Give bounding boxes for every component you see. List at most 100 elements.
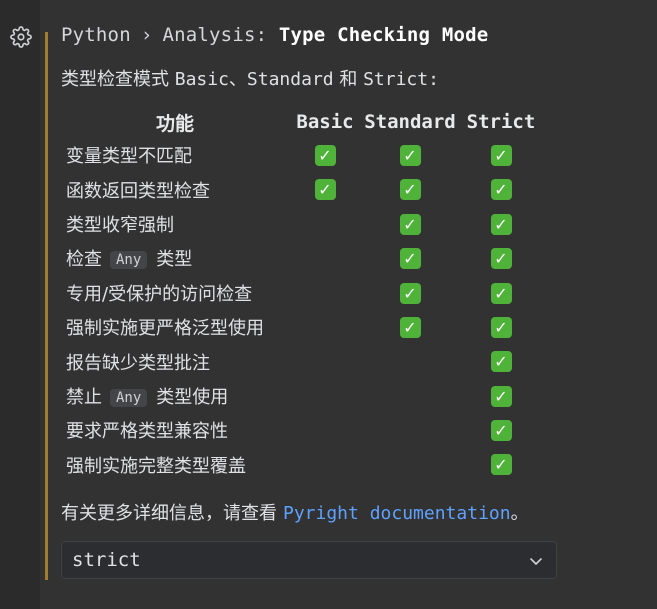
check-mark-icon: ✓	[490, 420, 512, 442]
type-checking-mode-select[interactable]: strict	[61, 541, 557, 579]
table-row: 专用/受保护的访问检查 ✓ ✓	[60, 276, 542, 310]
table-row: 要求严格类型兼容性 ✓	[60, 413, 542, 447]
check-mark-icon: ✓	[490, 213, 512, 235]
table-row: 禁止 Any 类型使用 ✓	[60, 379, 542, 413]
documentation-note-end: 。	[510, 503, 529, 524]
gutter	[0, 0, 40, 609]
check-mark-icon: ✓	[314, 144, 336, 166]
check-mark-icon: ✓	[399, 179, 421, 201]
setting-title: Python › Analysis: Type Checking Mode	[61, 24, 488, 46]
feature-text: 禁止	[66, 386, 102, 408]
cell-basic: ✓	[290, 138, 360, 172]
header-strict: Strict	[466, 111, 536, 133]
feature-text: 强制实施更严格泛型使用	[66, 318, 264, 340]
table-row: 强制实施更严格泛型使用 ✓ ✓	[60, 310, 542, 344]
breadcrumb-root: Python	[61, 24, 131, 46]
check-mark-icon: ✓	[399, 282, 421, 304]
chevron-down-icon	[528, 553, 544, 569]
cell-basic	[290, 379, 360, 413]
cell-standard: ✓	[360, 310, 460, 344]
check-mark-icon: ✓	[490, 179, 512, 201]
feature-name: 强制实施完整类型覆盖	[60, 448, 290, 482]
feature-name: 强制实施更严格泛型使用	[60, 310, 290, 344]
feature-text-suffix: 类型	[156, 249, 193, 271]
setting-name: Type Checking Mode	[278, 24, 489, 46]
cell-basic	[290, 207, 360, 241]
cell-basic	[290, 448, 360, 482]
cell-standard: ✓	[360, 241, 460, 275]
feature-name: 变量类型不匹配	[60, 138, 290, 172]
cell-basic	[290, 241, 360, 275]
feature-text: 报告缺少类型批注	[66, 352, 210, 374]
header-standard: Standard	[364, 111, 456, 133]
feature-text: 专用/受保护的访问检查	[66, 283, 253, 305]
cell-strict: ✓	[460, 448, 542, 482]
modified-indicator-bar	[45, 32, 48, 580]
inline-code: Any	[110, 251, 148, 270]
cell-basic	[290, 413, 360, 447]
check-mark-icon: ✓	[490, 316, 512, 338]
table-row: 检查 Any 类型 ✓ ✓	[60, 241, 542, 275]
cell-standard	[360, 448, 460, 482]
documentation-note: 有关更多详细信息，请查看 Pyright documentation。	[61, 499, 529, 525]
table-row: 强制实施完整类型覆盖 ✓	[60, 448, 542, 482]
feature-text: 类型收窄强制	[66, 214, 174, 236]
cell-strict: ✓	[460, 241, 542, 275]
check-mark-icon: ✓	[399, 316, 421, 338]
feature-text: 要求严格类型兼容性	[66, 421, 228, 443]
check-mark-icon: ✓	[490, 248, 512, 270]
feature-name: 类型收窄强制	[60, 207, 290, 241]
feature-text: 检查	[66, 249, 102, 271]
table-row: 类型收窄强制 ✓ ✓	[60, 207, 542, 241]
cell-standard: ✓	[360, 276, 460, 310]
pyright-documentation-link[interactable]: Pyright documentation	[283, 503, 511, 524]
description-last-mode: Strict	[363, 69, 429, 90]
header-basic: Basic	[296, 111, 354, 133]
documentation-note-text: 有关更多详细信息，请查看	[61, 503, 277, 524]
cell-standard	[360, 379, 460, 413]
feature-comparison-table: 功能 Basic Standard Strict 变量类型不匹配 ✓ ✓ ✓ 函数返回类…	[60, 106, 542, 482]
feature-name: 检查 Any 类型	[60, 241, 290, 275]
table-row: 变量类型不匹配 ✓ ✓ ✓	[60, 138, 542, 172]
check-mark-icon: ✓	[399, 144, 421, 166]
inline-code: Any	[110, 388, 148, 407]
description-modes: Basic、Standard	[174, 69, 334, 90]
table-row: 函数返回类型检查 ✓ ✓ ✓	[60, 172, 542, 206]
cell-standard: ✓	[360, 138, 460, 172]
cell-basic	[290, 344, 360, 378]
description-colon: :	[428, 69, 439, 90]
cell-standard: ✓	[360, 172, 460, 206]
cell-standard	[360, 413, 460, 447]
cell-basic	[290, 276, 360, 310]
cell-strict: ✓	[460, 379, 542, 413]
feature-name: 专用/受保护的访问检查	[60, 276, 290, 310]
breadcrumb-category: Analysis:	[162, 24, 268, 46]
cell-strict: ✓	[460, 138, 542, 172]
check-mark-icon: ✓	[490, 282, 512, 304]
cell-standard	[360, 344, 460, 378]
select-value: strict	[72, 549, 141, 571]
header-feature: 功能	[155, 112, 194, 135]
gear-icon[interactable]	[10, 26, 32, 48]
cell-strict: ✓	[460, 310, 542, 344]
feature-text: 变量类型不匹配	[66, 146, 192, 168]
check-mark-icon: ✓	[399, 248, 421, 270]
cell-strict: ✓	[460, 276, 542, 310]
cell-strict: ✓	[460, 344, 542, 378]
cell-basic	[290, 310, 360, 344]
check-mark-icon: ✓	[490, 454, 512, 476]
check-mark-icon: ✓	[490, 385, 512, 407]
check-mark-icon: ✓	[490, 351, 512, 373]
feature-text: 函数返回类型检查	[66, 180, 210, 202]
check-mark-icon: ✓	[314, 179, 336, 201]
cell-strict: ✓	[460, 172, 542, 206]
table-row: 报告缺少类型批注 ✓	[60, 344, 542, 378]
check-mark-icon: ✓	[399, 213, 421, 235]
feature-text: 强制实施完整类型覆盖	[66, 455, 246, 477]
description-prefix: 类型检查模式	[61, 69, 175, 90]
feature-name: 报告缺少类型批注	[60, 344, 290, 378]
check-mark-icon: ✓	[490, 144, 512, 166]
feature-name: 函数返回类型检查	[60, 172, 290, 206]
cell-strict: ✓	[460, 413, 542, 447]
description-and: 和	[333, 69, 364, 90]
